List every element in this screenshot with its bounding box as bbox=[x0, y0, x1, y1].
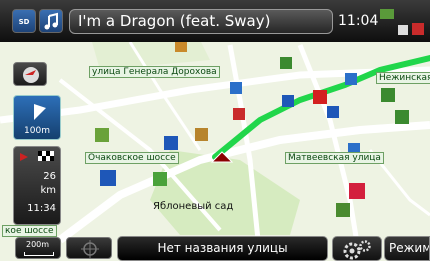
poi-icon bbox=[381, 88, 395, 102]
route-info-panel[interactable]: 26 km 11:34 bbox=[13, 146, 61, 225]
turn-distance: 100m bbox=[24, 126, 50, 136]
sd-card-icon: SD bbox=[18, 18, 30, 26]
place-label: Яблоневый сад bbox=[153, 201, 234, 212]
recycle-icon bbox=[153, 172, 167, 186]
street-label: Нежинская bbox=[376, 72, 430, 84]
arrival-time: 11:34 bbox=[27, 203, 56, 214]
locate-button[interactable] bbox=[66, 237, 112, 259]
mode-button[interactable]: Режим bbox=[384, 236, 430, 261]
mcdonalds-icon bbox=[313, 90, 327, 104]
scale-bar bbox=[24, 252, 54, 256]
poi-icon bbox=[95, 128, 109, 142]
poi-icon bbox=[282, 95, 294, 107]
music-note-icon bbox=[44, 12, 58, 30]
turn-arrow-icon bbox=[34, 104, 46, 120]
next-turn-panel[interactable]: 100m bbox=[13, 95, 61, 140]
poi-icon bbox=[230, 82, 242, 94]
poi-icon bbox=[395, 110, 409, 124]
parking-icon bbox=[100, 170, 116, 186]
street-label: Матвеевская улица bbox=[285, 152, 384, 164]
distance-unit: km bbox=[40, 185, 56, 196]
poi-icon bbox=[195, 128, 208, 141]
now-playing-title[interactable]: I'm a Dragon (feat. Sway) bbox=[69, 9, 333, 34]
navigation-screen: улица Генерала Дорохова Нежинская Очаков… bbox=[0, 0, 430, 261]
poi-icon bbox=[336, 203, 350, 217]
media-source-button[interactable]: SD bbox=[12, 9, 36, 33]
poi-icon bbox=[164, 136, 178, 150]
bluetooth-icon bbox=[398, 25, 408, 35]
gps-icon bbox=[81, 240, 99, 258]
street-label: Очаковское шоссе bbox=[85, 152, 179, 164]
poi-icon bbox=[349, 183, 365, 199]
street-label: кое шоссе bbox=[2, 225, 57, 237]
current-street[interactable]: Нет названия улицы bbox=[117, 236, 328, 261]
distance-value: 26 bbox=[43, 171, 56, 182]
compass-icon bbox=[23, 67, 39, 83]
status-tray bbox=[380, 9, 424, 35]
signal-icon bbox=[380, 9, 394, 19]
scale-value: 200m bbox=[26, 240, 50, 249]
lukoil-icon bbox=[412, 23, 424, 35]
poi-icon bbox=[327, 106, 339, 118]
music-note-button[interactable] bbox=[39, 9, 63, 33]
clock: 11:04 bbox=[338, 13, 379, 29]
poi-icon bbox=[345, 73, 357, 85]
destination-flag-icon bbox=[20, 151, 54, 161]
poi-icon bbox=[280, 57, 292, 69]
lukoil-icon bbox=[233, 108, 245, 120]
scale-button[interactable]: 200m bbox=[15, 237, 61, 259]
gears-icon bbox=[343, 240, 371, 260]
settings-button[interactable] bbox=[332, 236, 382, 261]
street-label: улица Генерала Дорохова bbox=[89, 66, 220, 78]
compass-button[interactable] bbox=[13, 62, 47, 86]
